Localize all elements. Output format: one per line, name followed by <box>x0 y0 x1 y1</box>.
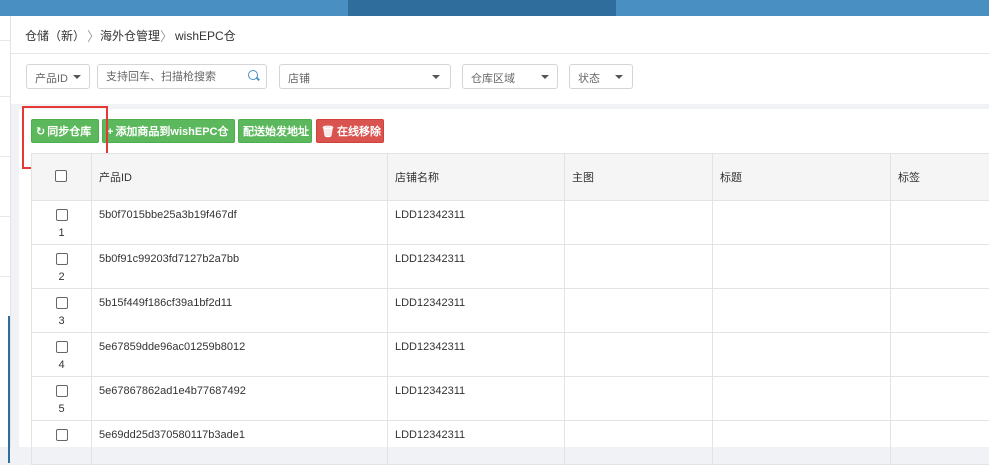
product-id-cell: 5b0f7015bbe25a3b19f467df <box>92 201 388 245</box>
chevron-down-icon <box>615 75 623 79</box>
product-id-cell: 5e67867862ad1e4b77687492 <box>92 377 388 421</box>
shipping-address-label: 配送始发地址 <box>243 126 309 138</box>
store-name-cell: LDD12342311 <box>388 377 565 421</box>
tags-cell <box>891 333 989 377</box>
status-select[interactable]: 状态 <box>569 64 633 89</box>
chevron-down-icon <box>541 75 549 79</box>
main-image-cell <box>565 377 713 421</box>
row-select-cell: 3 <box>32 289 92 333</box>
breadcrumb-separator: 〉 <box>160 26 173 45</box>
breadcrumb-root[interactable]: 仓储（新） <box>25 27 85 44</box>
title-cell <box>713 201 891 245</box>
table-row[interactable]: 1 5b0f7015bbe25a3b19f467df LDD12342311 <box>32 201 989 245</box>
search-field[interactable] <box>97 64 267 89</box>
title-cell <box>713 377 891 421</box>
header-product-id[interactable]: 产品ID <box>92 154 388 201</box>
product-id-select[interactable]: 产品ID <box>26 64 90 89</box>
search-icon[interactable] <box>248 70 258 80</box>
online-remove-label: 在线移除 <box>337 126 381 138</box>
table-row[interactable]: 5 5e67867862ad1e4b77687492 LDD12342311 <box>32 377 989 421</box>
active-top-tab[interactable] <box>348 0 616 16</box>
table-row[interactable]: 4 5e67859dde96ac01259b8012 LDD12342311 <box>32 333 989 377</box>
row-select-cell: 4 <box>32 333 92 377</box>
row-select-cell: 5 <box>32 377 92 421</box>
row-checkbox[interactable] <box>56 209 68 221</box>
breadcrumb: 仓储（新） 〉 海外仓管理 〉 wishEPC仓 <box>11 16 989 54</box>
row-checkbox[interactable] <box>56 253 68 265</box>
chevron-down-icon <box>73 75 81 79</box>
trash-icon: 🗑 <box>321 120 335 144</box>
row-number: 3 <box>32 315 91 327</box>
title-cell <box>713 245 891 289</box>
tags-cell <box>891 245 989 289</box>
row-number: 4 <box>32 359 91 371</box>
search-input[interactable] <box>106 68 236 85</box>
breadcrumb-separator: 〉 <box>87 26 100 45</box>
warehouse-area-select[interactable]: 仓库区域 <box>462 64 558 89</box>
product-table: 产品ID 店铺名称 主图 标题 标签 1 5b0f7015bbe25a3b19f… <box>31 153 989 465</box>
main-image-cell <box>565 245 713 289</box>
add-product-button[interactable]: +添加商品到wishEPC仓 <box>102 119 235 143</box>
add-product-label: 添加商品到wishEPC仓 <box>115 126 228 138</box>
header-store-name[interactable]: 店铺名称 <box>388 154 565 201</box>
header-checkbox-cell <box>32 154 92 201</box>
breadcrumb-section[interactable]: 海外仓管理 <box>100 27 160 44</box>
product-id-cell: 5e69dd25d370580117b3ade1 <box>92 421 388 465</box>
product-id-cell: 5b0f91c99203fd7127b2a7bb <box>92 245 388 289</box>
title-cell <box>713 421 891 465</box>
title-cell <box>713 289 891 333</box>
row-checkbox[interactable] <box>56 297 68 309</box>
header-title[interactable]: 标题 <box>713 154 891 201</box>
shipping-address-button[interactable]: 配送始发地址 <box>238 119 312 143</box>
main-image-cell <box>565 421 713 465</box>
chevron-down-icon <box>432 75 440 79</box>
product-id-select-label: 产品ID <box>35 70 68 86</box>
title-cell <box>713 333 891 377</box>
store-name-cell: LDD12342311 <box>388 421 565 465</box>
sidebar-accent <box>8 316 10 463</box>
main-image-cell <box>565 333 713 377</box>
top-navbar <box>0 0 989 16</box>
row-number: 1 <box>32 227 91 239</box>
header-main-image[interactable]: 主图 <box>565 154 713 201</box>
status-select-label: 状态 <box>578 70 600 86</box>
table-row[interactable]: 3 5b15f449f186cf39a1bf2d11 LDD12342311 <box>32 289 989 333</box>
header-tags[interactable]: 标签 <box>891 154 989 201</box>
table-row[interactable]: 5e69dd25d370580117b3ade1 LDD12342311 <box>32 421 989 465</box>
table-header-row: 产品ID 店铺名称 主图 标题 标签 <box>32 154 989 201</box>
store-name-cell: LDD12342311 <box>388 201 565 245</box>
filter-bar: 产品ID 店铺 仓库区域 状态 <box>11 54 989 104</box>
main-image-cell <box>565 289 713 333</box>
breadcrumb-current: wishEPC仓 <box>175 27 236 44</box>
select-all-checkbox[interactable] <box>55 170 67 182</box>
row-select-cell: 2 <box>32 245 92 289</box>
online-remove-button[interactable]: 🗑在线移除 <box>316 119 384 143</box>
store-name-cell: LDD12342311 <box>388 333 565 377</box>
store-select[interactable]: 店铺 <box>279 64 451 89</box>
tags-cell <box>891 377 989 421</box>
product-id-cell: 5b15f449f186cf39a1bf2d11 <box>92 289 388 333</box>
row-number: 5 <box>32 403 91 415</box>
row-number: 2 <box>32 271 91 283</box>
row-checkbox[interactable] <box>56 385 68 397</box>
store-select-label: 店铺 <box>288 70 310 86</box>
tags-cell <box>891 201 989 245</box>
tags-cell <box>891 421 989 465</box>
row-checkbox[interactable] <box>56 341 68 353</box>
store-name-cell: LDD12342311 <box>388 245 565 289</box>
table-row[interactable]: 2 5b0f91c99203fd7127b2a7bb LDD12342311 <box>32 245 989 289</box>
warehouse-area-select-label: 仓库区域 <box>471 70 515 86</box>
row-select-cell: 1 <box>32 201 92 245</box>
left-sidebar-strip <box>0 16 11 447</box>
main-image-cell <box>565 201 713 245</box>
tags-cell <box>891 289 989 333</box>
product-id-cell: 5e67859dde96ac01259b8012 <box>92 333 388 377</box>
row-select-cell <box>32 421 92 465</box>
row-checkbox[interactable] <box>56 429 68 441</box>
store-name-cell: LDD12342311 <box>388 289 565 333</box>
